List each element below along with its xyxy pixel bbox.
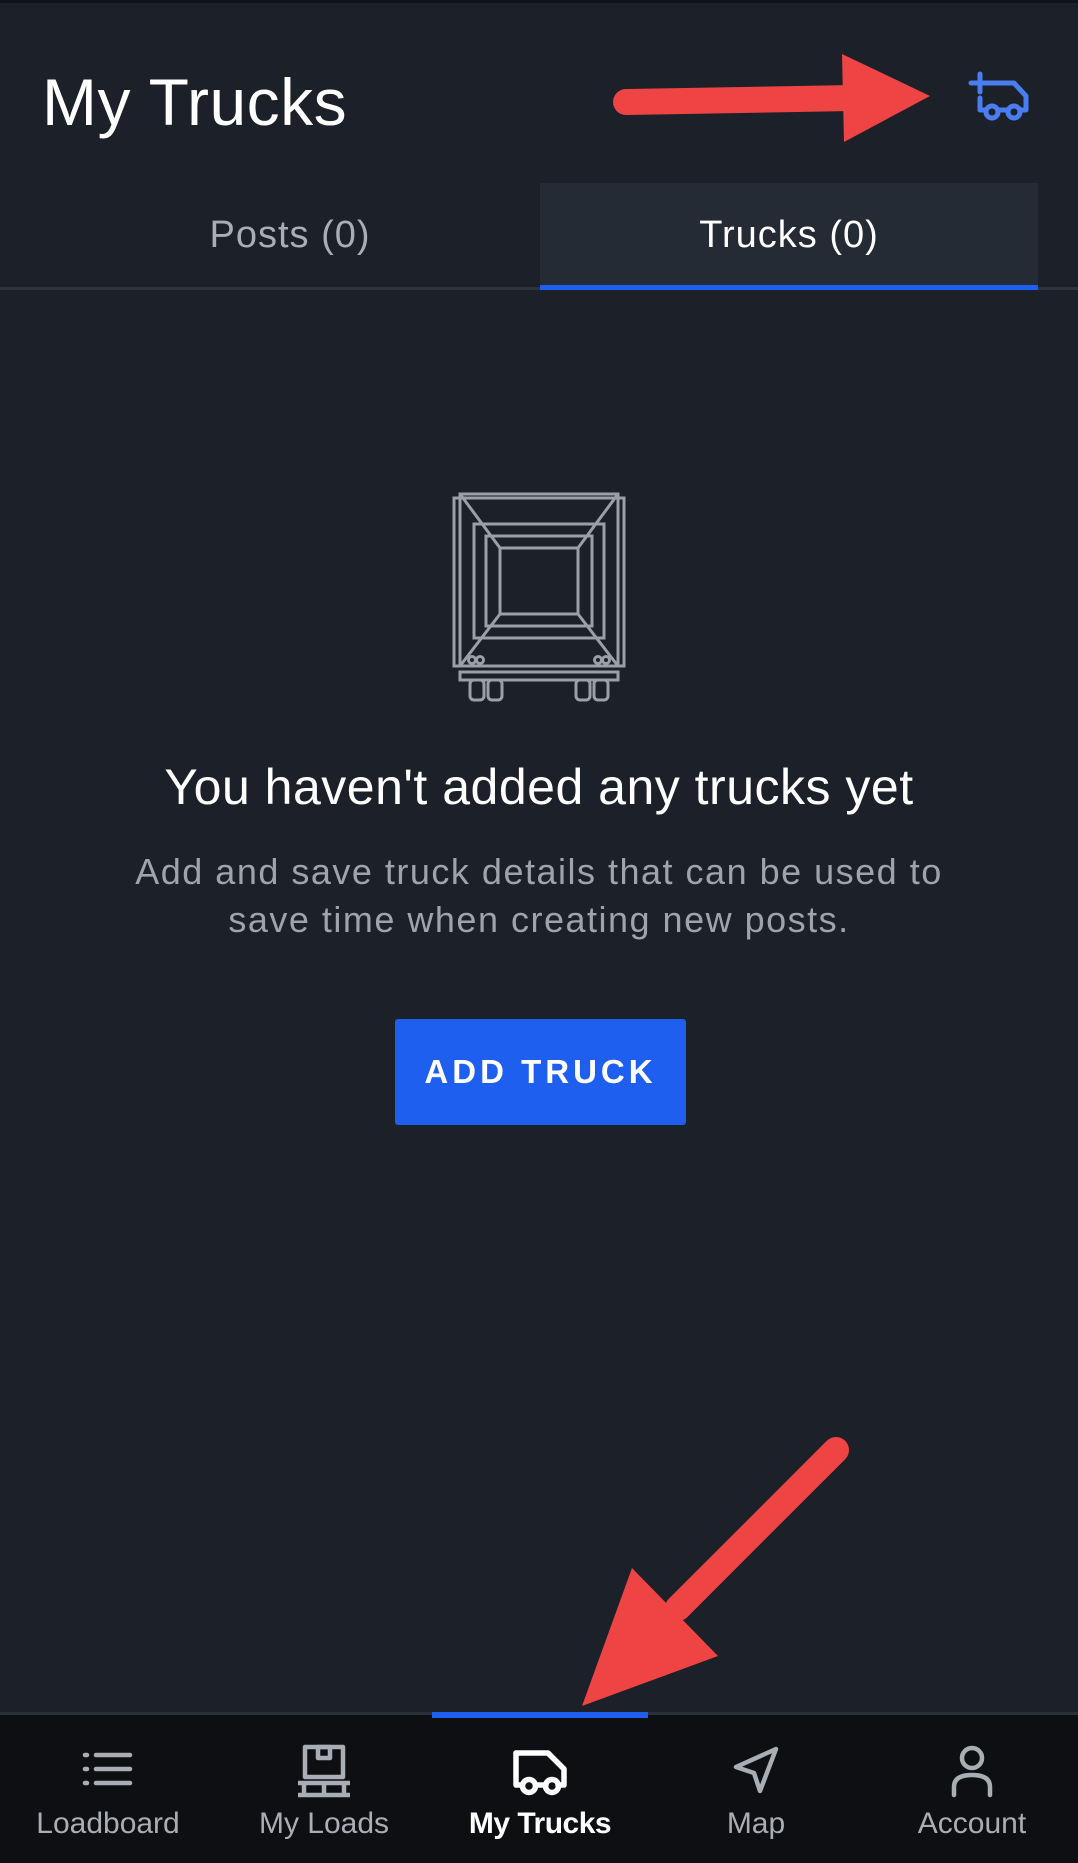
- nav-item-my-loads[interactable]: My Loads: [216, 1715, 432, 1863]
- annotation-arrow-bottom: [582, 1437, 849, 1706]
- truck-icon: [513, 1750, 567, 1796]
- page-title: My Trucks: [42, 65, 348, 139]
- annotation-arrow-top: [613, 54, 930, 142]
- list-icon: [82, 1752, 133, 1786]
- nav-label-my-loads: My Loads: [258, 1807, 390, 1840]
- nav-label-loadboard: Loadboard: [36, 1807, 180, 1840]
- nav-item-map[interactable]: Map: [648, 1715, 864, 1863]
- truck-trailer-rear-illustration: [452, 492, 626, 702]
- nav-item-my-trucks[interactable]: My Trucks: [432, 1715, 648, 1863]
- nav-label-map: Map: [726, 1807, 786, 1840]
- tab-trucks[interactable]: Trucks (0): [540, 183, 1038, 290]
- navigation-arrow-icon: [733, 1746, 779, 1794]
- tab-bar: Posts (0) Trucks (0): [0, 183, 1078, 290]
- status-strip: [0, 0, 1078, 3]
- add-truck-button[interactable]: ADD TRUCK: [395, 1019, 686, 1125]
- empty-state-description: Add and save truck details that can be u…: [135, 851, 943, 940]
- bottom-navigation: Loadboard My Loads My Trucks Map Account: [0, 1712, 1078, 1863]
- empty-state-title: You haven't added any trucks yet: [164, 759, 914, 815]
- nav-label-account: Account: [917, 1807, 1027, 1840]
- add-truck-icon[interactable]: [968, 70, 1036, 126]
- nav-item-account[interactable]: Account: [864, 1715, 1078, 1863]
- tab-posts[interactable]: Posts (0): [80, 183, 500, 287]
- nav-item-loadboard[interactable]: Loadboard: [0, 1715, 216, 1863]
- person-icon: [951, 1745, 993, 1798]
- load-box-icon: [298, 1744, 350, 1798]
- nav-label-my-trucks: My Trucks: [468, 1807, 612, 1840]
